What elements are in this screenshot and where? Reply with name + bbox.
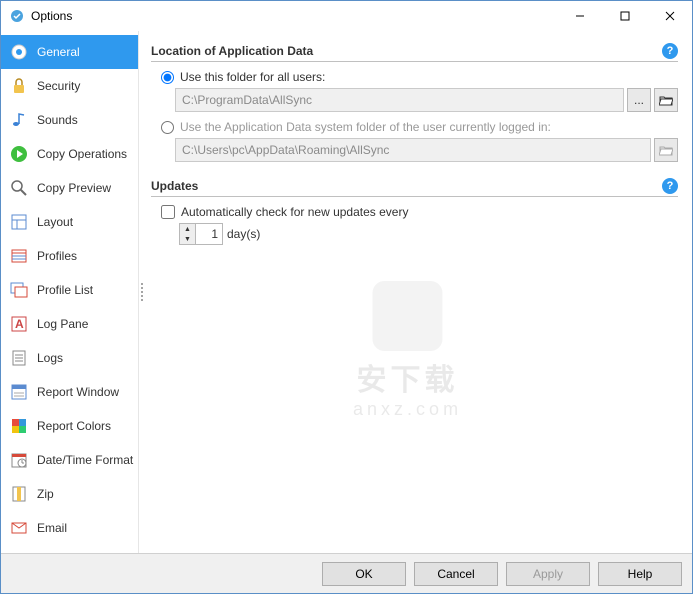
sidebar-item-layout[interactable]: Layout xyxy=(1,205,138,239)
sidebar-item-date-time-format[interactable]: Date/Time Format xyxy=(1,443,138,477)
sidebar-item-report-colors[interactable]: Report Colors xyxy=(1,409,138,443)
layout-icon xyxy=(7,210,31,234)
svg-text:A: A xyxy=(15,317,24,331)
watermark-line2: anxz.com xyxy=(353,399,462,420)
section-header: Updates ? xyxy=(151,178,678,197)
sidebar-item-label: Email xyxy=(37,521,67,535)
interval-row: ▲ ▼ 1 day(s) xyxy=(179,223,678,245)
sidebar-item-label: Profile List xyxy=(37,283,93,297)
sidebar-item-label: Date/Time Format xyxy=(37,453,133,467)
section-title: Updates xyxy=(151,179,662,193)
sidebar-item-profile-list[interactable]: Profile List xyxy=(1,273,138,307)
music-note-icon xyxy=(7,108,31,132)
window-title: Options xyxy=(31,9,557,23)
sidebar-item-label: Profiles xyxy=(37,249,77,263)
sidebar-item-sounds[interactable]: Sounds xyxy=(1,103,138,137)
window-buttons xyxy=(557,1,692,31)
body: General Security Sounds Copy Operations … xyxy=(1,31,692,553)
section-updates: Updates ? Automatically check for new up… xyxy=(151,178,678,245)
sidebar-item-report-window[interactable]: Report Window xyxy=(1,375,138,409)
play-icon xyxy=(7,142,31,166)
profiles-icon xyxy=(7,244,31,268)
sidebar-item-copy-operations[interactable]: Copy Operations xyxy=(1,137,138,171)
sidebar-item-security[interactable]: Security xyxy=(1,69,138,103)
sidebar-item-label: General xyxy=(37,45,80,59)
titlebar: Options xyxy=(1,1,692,31)
sidebar: General Security Sounds Copy Operations … xyxy=(1,31,139,553)
open-folder-button-disabled xyxy=(654,138,678,162)
content-panel: Location of Application Data ? Use this … xyxy=(145,31,692,553)
section-location: Location of Application Data ? Use this … xyxy=(151,43,678,162)
checkbox-label: Automatically check for new updates ever… xyxy=(181,205,408,219)
cancel-button[interactable]: Cancel xyxy=(414,562,498,586)
footer: OK Cancel Apply Help xyxy=(1,553,692,593)
path-row-current-user xyxy=(175,138,678,162)
sidebar-item-profiles[interactable]: Profiles xyxy=(1,239,138,273)
close-button[interactable] xyxy=(647,1,692,31)
report-window-icon xyxy=(7,380,31,404)
watermark-icon xyxy=(373,281,443,351)
help-button[interactable]: Help xyxy=(598,562,682,586)
interval-spinner[interactable]: ▲ ▼ 1 xyxy=(179,223,223,245)
checkbox-auto-update[interactable]: Automatically check for new updates ever… xyxy=(161,205,678,219)
ok-button[interactable]: OK xyxy=(322,562,406,586)
spinner-up-icon[interactable]: ▲ xyxy=(180,224,195,234)
browse-button[interactable]: ... xyxy=(627,88,651,112)
watermark-line1: 安下载 xyxy=(353,355,462,399)
radio-label: Use the Application Data system folder o… xyxy=(180,120,551,134)
spinner-value[interactable]: 1 xyxy=(196,224,222,244)
sidebar-item-label: Logs xyxy=(37,351,63,365)
sidebar-item-label: Zip xyxy=(37,487,54,501)
radio-input[interactable] xyxy=(161,71,174,84)
watermark: 安下载 anxz.com xyxy=(353,281,462,420)
sidebar-item-label: Copy Operations xyxy=(37,147,127,161)
radio-input[interactable] xyxy=(161,121,174,134)
section-header: Location of Application Data ? xyxy=(151,43,678,62)
help-icon[interactable]: ? xyxy=(662,178,678,194)
sidebar-item-label: Layout xyxy=(37,215,73,229)
apply-button: Apply xyxy=(506,562,590,586)
sidebar-item-zip[interactable]: Zip xyxy=(1,477,138,511)
radio-label: Use this folder for all users: xyxy=(180,70,325,84)
section-title: Location of Application Data xyxy=(151,44,662,58)
magnifier-icon xyxy=(7,176,31,200)
checkbox-input[interactable] xyxy=(161,205,175,219)
path-row-all-users: ... xyxy=(175,88,678,112)
sidebar-item-label: Report Colors xyxy=(37,419,111,433)
lock-icon xyxy=(7,74,31,98)
minimize-button[interactable] xyxy=(557,1,602,31)
interval-unit: day(s) xyxy=(227,227,260,241)
help-icon[interactable]: ? xyxy=(662,43,678,59)
sidebar-item-label: Report Window xyxy=(37,385,119,399)
colors-icon xyxy=(7,414,31,438)
email-icon xyxy=(7,516,31,540)
app-icon xyxy=(9,8,25,24)
maximize-button[interactable] xyxy=(602,1,647,31)
sidebar-item-logs[interactable]: Logs xyxy=(1,341,138,375)
zip-icon xyxy=(7,482,31,506)
sidebar-item-general[interactable]: General xyxy=(1,35,138,69)
sidebar-item-label: Log Pane xyxy=(37,317,88,331)
sidebar-item-label: Sounds xyxy=(37,113,78,127)
radio-all-users[interactable]: Use this folder for all users: xyxy=(161,70,678,84)
sidebar-item-log-pane[interactable]: A Log Pane xyxy=(1,307,138,341)
sidebar-item-label: Copy Preview xyxy=(37,181,111,195)
gear-icon xyxy=(7,40,31,64)
calendar-icon xyxy=(7,448,31,472)
path-input-all-users[interactable] xyxy=(175,88,624,112)
radio-current-user[interactable]: Use the Application Data system folder o… xyxy=(161,120,678,134)
sidebar-item-label: Security xyxy=(37,79,80,93)
log-pane-icon: A xyxy=(7,312,31,336)
logs-icon xyxy=(7,346,31,370)
profile-list-icon xyxy=(7,278,31,302)
sidebar-item-copy-preview[interactable]: Copy Preview xyxy=(1,171,138,205)
sidebar-item-email[interactable]: Email xyxy=(1,511,138,545)
spinner-down-icon[interactable]: ▼ xyxy=(180,234,195,244)
open-folder-button[interactable] xyxy=(654,88,678,112)
path-input-current-user xyxy=(175,138,651,162)
